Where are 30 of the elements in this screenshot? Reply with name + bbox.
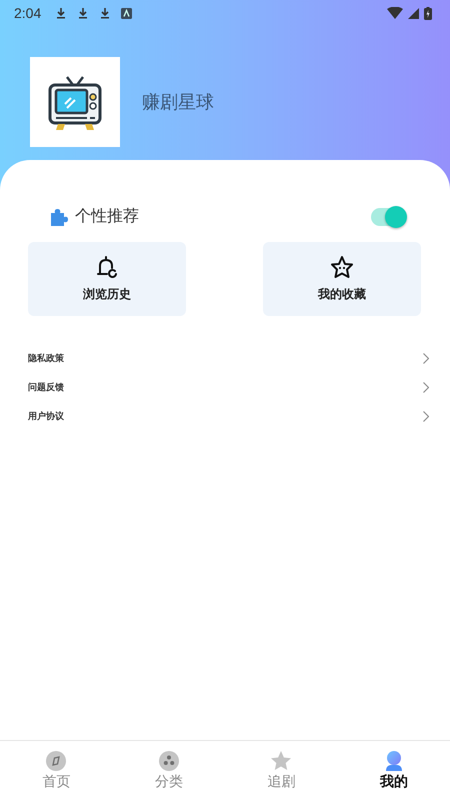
star-icon	[271, 750, 292, 770]
menu-item[interactable]: 用户协议	[28, 410, 64, 423]
menu-item[interactable]: 隐私政策	[28, 352, 64, 365]
nav-tab[interactable]: 我的	[338, 741, 450, 800]
chevron-right-icon	[423, 353, 429, 364]
toggle-switch[interactable]	[371, 208, 405, 226]
app-notification-icon	[121, 8, 132, 18]
nav-tab[interactable]: 追剧	[225, 741, 338, 800]
status-time: 2:04	[14, 5, 42, 21]
category-icon	[158, 750, 179, 770]
nav-tab[interactable]: 首页	[0, 741, 112, 800]
download-icon	[99, 7, 112, 19]
star-icon	[329, 255, 355, 281]
bell-icon	[94, 255, 120, 281]
puzzle-icon	[48, 206, 68, 226]
chevron-right-icon	[423, 411, 429, 422]
favorites-button[interactable]: 我的收藏	[263, 242, 421, 316]
nav-tab[interactable]: 分类	[112, 741, 225, 800]
signal-icon	[408, 8, 419, 18]
menu-item[interactable]: 问题反馈	[28, 381, 64, 394]
user-icon	[384, 750, 404, 770]
battery-icon	[424, 6, 432, 20]
chevron-right-icon	[423, 382, 429, 393]
setting-label: 个性推荐	[75, 206, 140, 227]
download-icon	[77, 7, 90, 19]
compass-icon	[46, 750, 66, 770]
download-icon	[55, 7, 68, 19]
wifi-icon	[387, 7, 403, 19]
app-name: 赚剧星球	[142, 91, 214, 114]
history-button[interactable]: 浏览历史	[28, 242, 186, 316]
